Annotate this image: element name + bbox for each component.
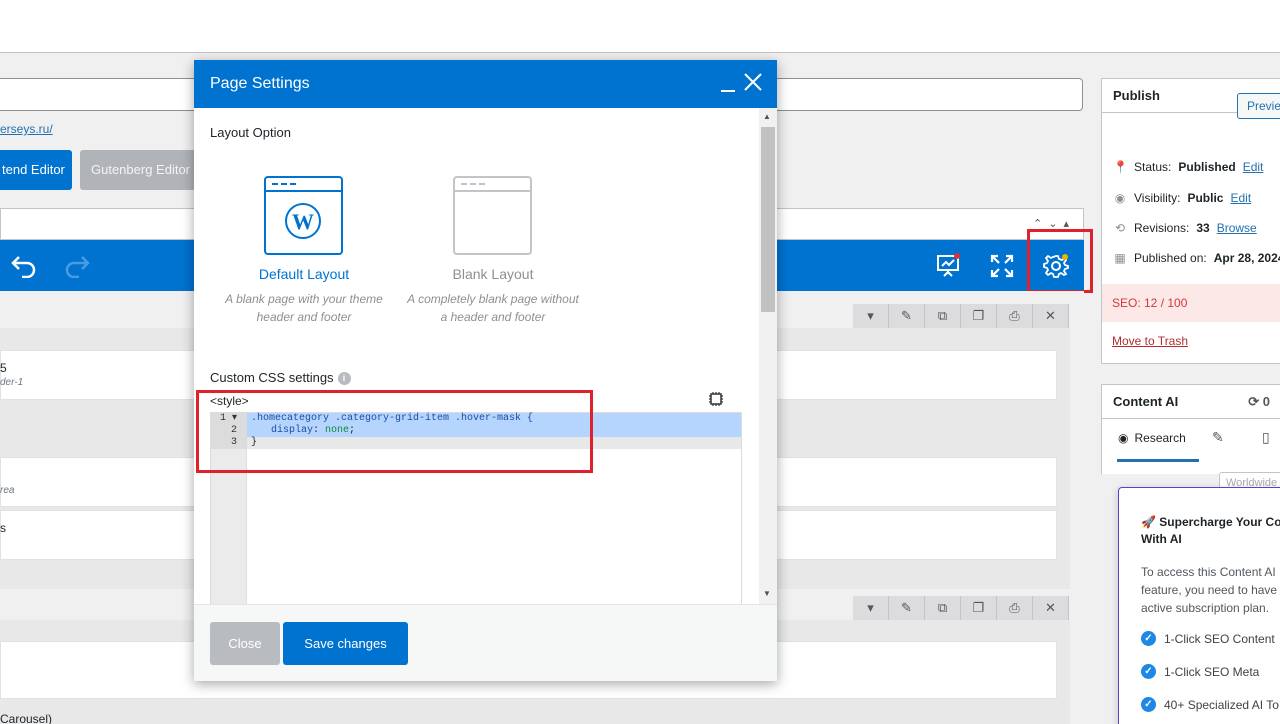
row-dropdown-icon[interactable]: ▾ xyxy=(853,304,889,328)
svg-text:W: W xyxy=(292,209,314,234)
layout-option-label: Layout Option xyxy=(210,125,291,140)
blank-layout-name: Blank Layout xyxy=(452,266,534,282)
element-subtitle: rea xyxy=(0,485,15,496)
element-title: 5 xyxy=(0,361,7,375)
visibility-line: ◉ Visibility: Public Edit xyxy=(1114,191,1252,205)
revisions-browse-link[interactable]: Browse xyxy=(1217,221,1257,235)
content-ai-box: Content AI ⟳ 0 ◉ Research ✎ ▯ xyxy=(1101,384,1280,474)
content-ai-upsell-popup: 🚀 Supercharge Your Co With AI To access … xyxy=(1118,487,1280,724)
content-ai-header: Content AI ⟳ 0 xyxy=(1102,385,1280,419)
modal-footer: Close Save changes xyxy=(194,604,777,681)
row-controls: ▾ ✎ ⧉ ❐ ⎙ ✕ xyxy=(853,596,1069,620)
row-save-icon[interactable]: ⎙ xyxy=(997,596,1033,620)
popup-description: To access this Content AI feature, you n… xyxy=(1141,565,1278,615)
save-changes-button[interactable]: Save changes xyxy=(283,622,408,665)
close-button[interactable]: Close xyxy=(210,622,280,665)
blank-layout-icon xyxy=(453,176,533,256)
scroll-down-arrow[interactable]: ▼ xyxy=(763,589,771,598)
calendar-icon: ▦ xyxy=(1114,251,1126,265)
row-duplicate-icon[interactable]: ❐ xyxy=(961,304,997,328)
backend-editor-button[interactable]: tend Editor xyxy=(0,150,72,190)
row-dropdown-icon[interactable]: ▾ xyxy=(853,596,889,620)
history-icon: ⟲ xyxy=(1114,221,1126,235)
visibility-edit-link[interactable]: Edit xyxy=(1230,191,1251,205)
default-layout-option[interactable]: W Default Layout A blank page with your … xyxy=(214,176,394,326)
close-icon[interactable] xyxy=(743,72,763,97)
scroll-up-arrow[interactable]: ▲ xyxy=(763,112,771,121)
fullscreen-icon[interactable] xyxy=(989,253,1015,279)
seo-score-bar[interactable]: SEO: 12 / 100 xyxy=(1102,284,1280,322)
editor-fullscreen-icon[interactable] xyxy=(708,391,724,410)
preview-button[interactable]: Preview xyxy=(1237,93,1280,119)
row-copy-icon[interactable]: ⧉ xyxy=(925,596,961,620)
info-icon[interactable]: i xyxy=(337,372,351,386)
published-date-line: ▦ Published on: Apr 28, 2024 a xyxy=(1114,251,1280,265)
row-edit-icon[interactable]: ✎ xyxy=(889,596,925,620)
eye-icon: ◉ xyxy=(1114,191,1126,205)
scroll-thumb[interactable] xyxy=(761,127,775,312)
feature-item: ✓ 1-Click SEO Content xyxy=(1141,631,1275,646)
page-settings-modal: Page Settings Layout Option W Default La… xyxy=(194,60,777,681)
revisions-line: ⟲ Revisions: 33 Browse xyxy=(1114,221,1257,235)
row-copy-icon[interactable]: ⧉ xyxy=(925,304,961,328)
seo-score: SEO: 12 / 100 xyxy=(1112,296,1188,310)
permalink-link[interactable]: erseys.ru/ xyxy=(0,122,53,136)
row-edit-icon[interactable]: ✎ xyxy=(889,304,925,328)
chat-icon[interactable]: ▯ xyxy=(1262,429,1270,446)
row-delete-icon[interactable]: ✕ xyxy=(1033,304,1069,328)
popup-title: 🚀 Supercharge Your Co With AI xyxy=(1141,515,1280,546)
write-icon[interactable]: ✎ xyxy=(1212,429,1224,446)
active-tab-indicator xyxy=(1117,459,1199,462)
check-icon: ✓ xyxy=(1141,631,1156,646)
gutenberg-editor-button[interactable]: Gutenberg Editor xyxy=(80,150,198,190)
publish-box: Publish Preview 📍 Status: Published Edit… xyxy=(1101,78,1280,364)
element-title: Carousel) xyxy=(0,712,53,724)
feature-item: ✓ 40+ Specialized AI To xyxy=(1141,697,1279,712)
highlight-settings-box xyxy=(1027,229,1093,293)
modal-scrollbar[interactable]: ▲ ▼ xyxy=(759,108,777,604)
presentation-chart-icon[interactable] xyxy=(936,253,962,279)
check-icon: ✓ xyxy=(1141,664,1156,679)
status-edit-link[interactable]: Edit xyxy=(1243,160,1264,174)
wordpress-layout-icon: W xyxy=(264,176,344,256)
research-icon: ◉ xyxy=(1118,431,1129,445)
row-duplicate-icon[interactable]: ❐ xyxy=(961,596,997,620)
status-line: 📍 Status: Published Edit xyxy=(1113,160,1264,174)
default-layout-desc: A blank page with your theme header and … xyxy=(225,292,383,324)
minimize-icon[interactable] xyxy=(721,78,735,92)
pin-icon: 📍 xyxy=(1113,160,1128,174)
blank-layout-desc: A completely blank page without a header… xyxy=(407,292,579,324)
highlight-css-box xyxy=(196,390,593,473)
row-save-icon[interactable]: ⎙ xyxy=(997,304,1033,328)
move-to-trash-link[interactable]: Move to Trash xyxy=(1112,334,1188,348)
modal-title: Page Settings xyxy=(210,75,310,92)
custom-css-label: Custom CSS settings i xyxy=(210,370,351,386)
element-subtitle: der-1 xyxy=(0,377,24,388)
undo-icon[interactable] xyxy=(10,252,38,278)
row-delete-icon[interactable]: ✕ xyxy=(1033,596,1069,620)
admin-top-area xyxy=(0,0,1280,53)
redo-icon[interactable] xyxy=(63,252,91,278)
feature-item: ✓ 1-Click SEO Meta xyxy=(1141,664,1259,679)
row-controls: ▾ ✎ ⧉ ❐ ⎙ ✕ xyxy=(853,304,1069,328)
tab-research[interactable]: ◉ Research xyxy=(1118,431,1186,445)
element-title: s xyxy=(0,521,6,535)
blank-layout-option[interactable]: Blank Layout A completely blank page wit… xyxy=(403,176,583,326)
default-layout-name: Default Layout xyxy=(258,266,350,282)
credits-count: ⟳ 0 xyxy=(1248,394,1270,409)
modal-body: Layout Option W Default Layout A blank p… xyxy=(194,108,759,604)
check-icon: ✓ xyxy=(1141,697,1156,712)
modal-header: Page Settings xyxy=(194,60,777,108)
